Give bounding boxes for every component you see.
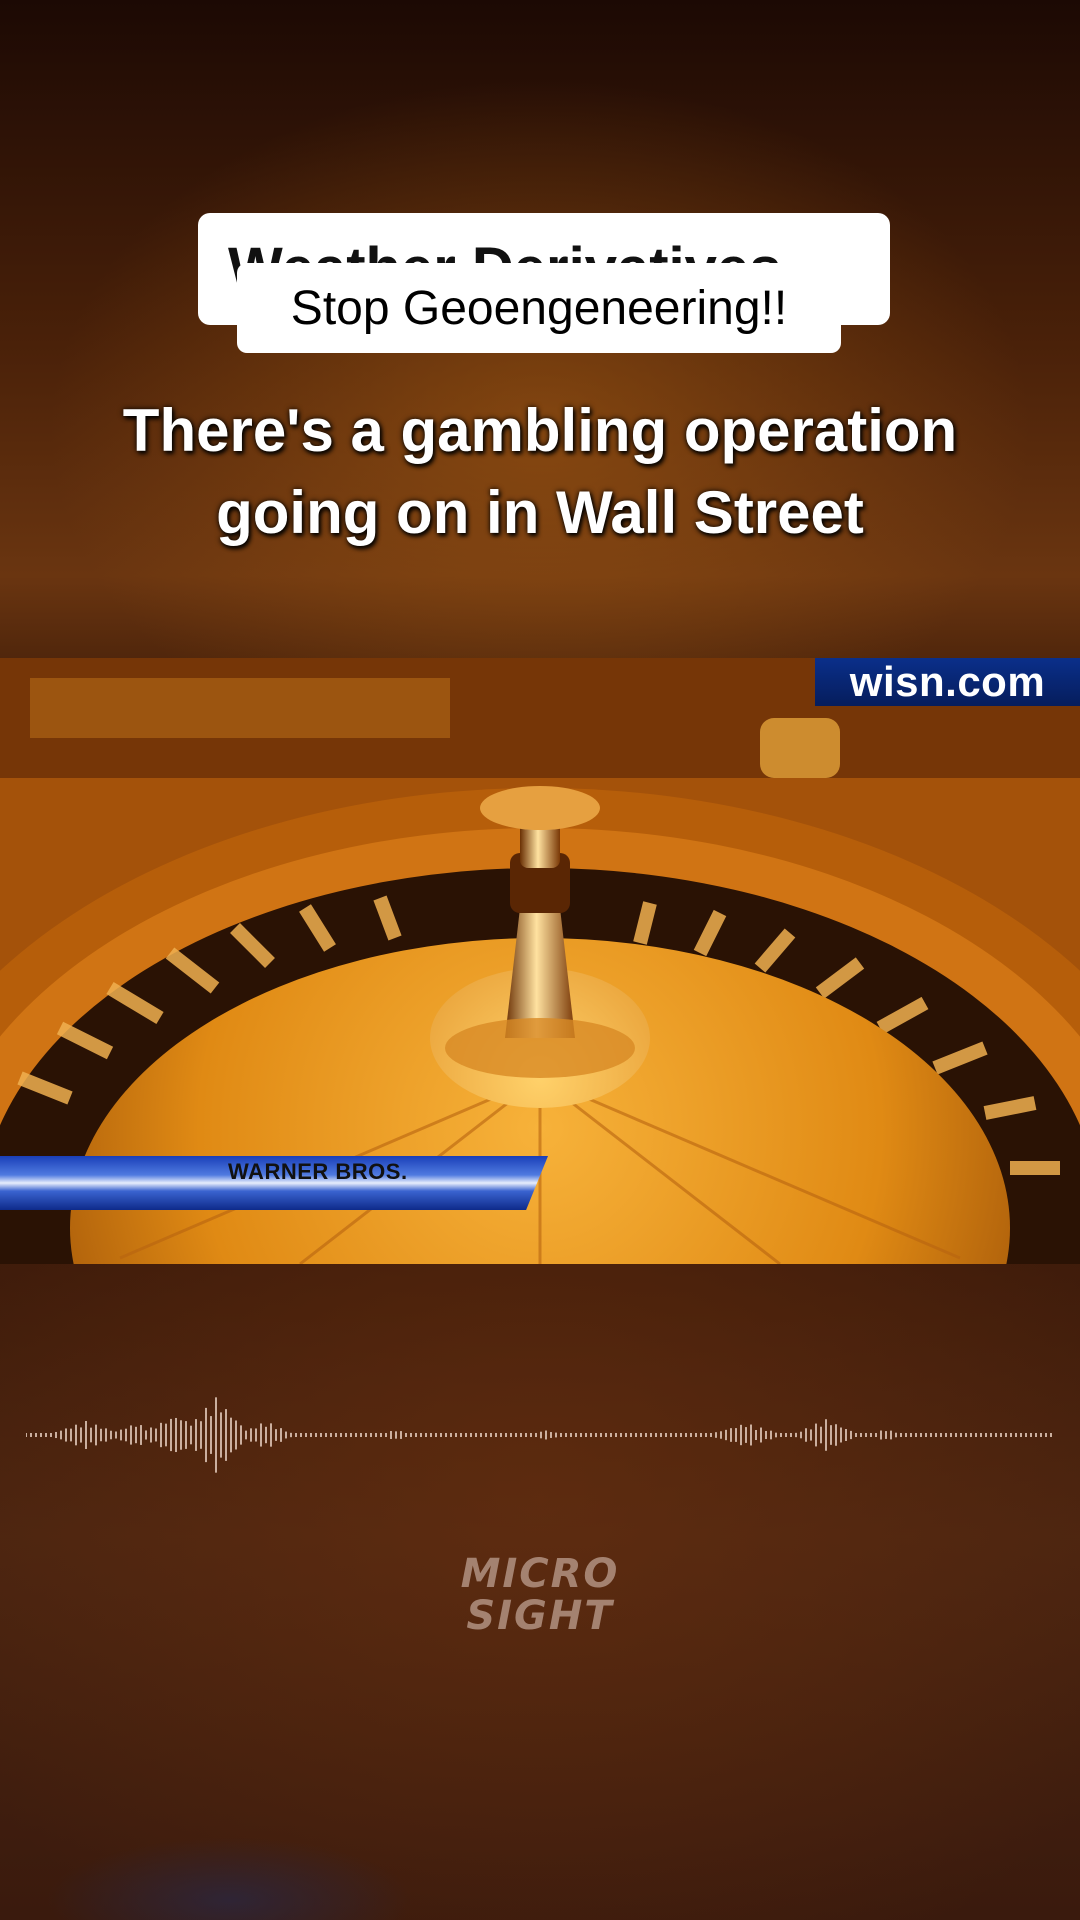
headline-line-1: There's a gambling operation — [122, 397, 958, 464]
watermark-line-2: SIGHT — [466, 1593, 614, 1639]
video-screen[interactable]: Weather Derivatives Stop Geoengeneering!… — [0, 0, 1080, 1920]
headline-line-2: going on in Wall Street — [216, 479, 864, 546]
background-shadow — [0, 1780, 500, 1920]
news-video-frame: wisn.com WARNER BROS. — [0, 658, 1080, 1264]
caption-front-text: Stop Geoengeneering!! — [290, 281, 788, 335]
audio-waveform — [26, 1397, 1052, 1473]
lower-third-text: WARNER BROS. — [228, 1159, 408, 1184]
caption-sticker-front: Stop Geoengeneering!! — [237, 263, 841, 353]
lower-third-banner: WARNER BROS. — [0, 1156, 548, 1210]
watermark-logo: MICRO SIGHT — [440, 1553, 640, 1637]
headline-caption: There's a gambling operation going on in… — [40, 390, 1040, 554]
wisn-logo: wisn.com — [815, 658, 1080, 706]
watermark-line-1: MICRO — [460, 1551, 620, 1597]
